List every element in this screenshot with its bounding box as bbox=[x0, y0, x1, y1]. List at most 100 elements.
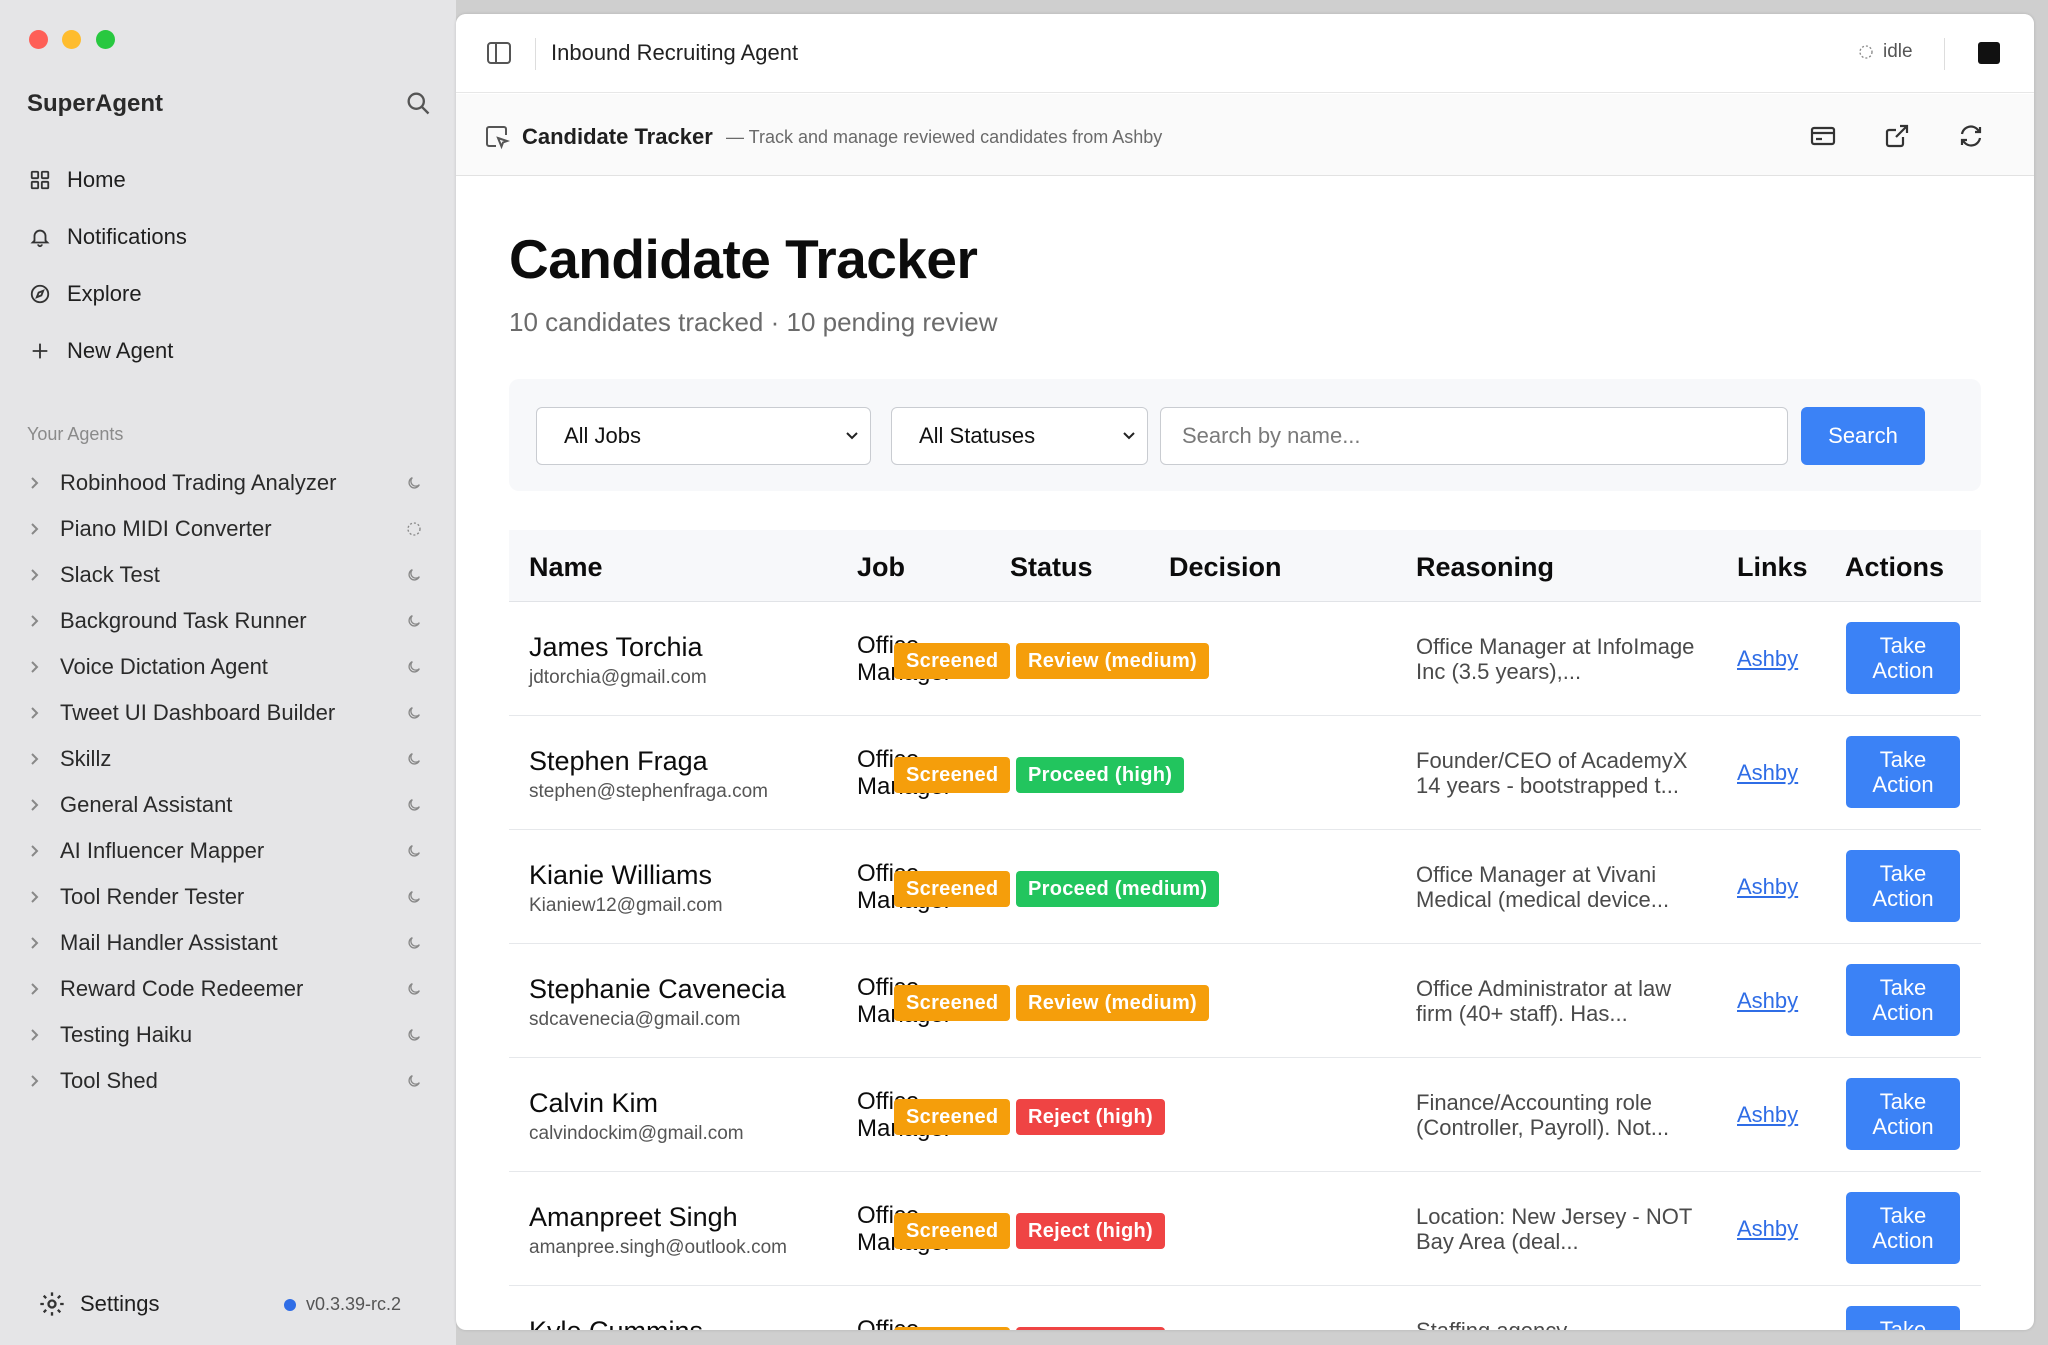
window-close-button[interactable] bbox=[29, 30, 48, 49]
chevron-right-icon[interactable] bbox=[30, 522, 46, 536]
chevron-right-icon[interactable] bbox=[30, 1028, 46, 1042]
take-action-button[interactable]: Take Action bbox=[1846, 964, 1960, 1036]
job-filter-value: All Jobs bbox=[564, 423, 642, 448]
column-header-links[interactable]: Links bbox=[1737, 552, 1808, 583]
chevron-right-icon[interactable] bbox=[30, 568, 46, 582]
credit-card-icon[interactable] bbox=[1809, 122, 1837, 150]
chevron-right-icon[interactable] bbox=[30, 844, 46, 858]
candidate-cell: Kianie Williams Kianiew12@gmail.com bbox=[529, 860, 723, 917]
chevron-right-icon[interactable] bbox=[30, 936, 46, 950]
ashby-link[interactable]: Ashby bbox=[1737, 1216, 1798, 1242]
take-action-button[interactable]: Take Action bbox=[1846, 622, 1960, 694]
agent-name: Reward Code Redeemer bbox=[60, 976, 304, 1001]
nav-new-agent-label: New Agent bbox=[67, 338, 174, 363]
agent-item[interactable]: Testing Haiku bbox=[0, 1012, 456, 1058]
nav-new-agent[interactable]: New Agent bbox=[28, 331, 428, 371]
agent-item[interactable]: AI Influencer Mapper bbox=[0, 828, 456, 874]
column-header-decision[interactable]: Decision bbox=[1169, 552, 1282, 583]
ashby-link[interactable]: Ashby bbox=[1737, 874, 1798, 900]
candidate-name: Calvin Kim bbox=[529, 1088, 659, 1118]
ashby-link[interactable]: Ashby bbox=[1737, 1102, 1798, 1128]
agent-item[interactable]: Tool Render Tester bbox=[0, 874, 456, 920]
ashby-link[interactable]: Ashby bbox=[1737, 646, 1798, 672]
candidate-cell: Amanpreet Singh amanpree.singh@outlook.co… bbox=[529, 1202, 787, 1259]
take-action-button[interactable]: Take Action bbox=[1846, 1306, 1960, 1330]
settings-button[interactable]: Settings bbox=[38, 1290, 160, 1318]
bell-icon bbox=[28, 225, 52, 249]
status-badge: Screened bbox=[894, 1099, 1011, 1135]
candidate-email: jdtorchia@gmail.com bbox=[529, 667, 707, 688]
take-action-button[interactable]: Take Action bbox=[1846, 1192, 1960, 1264]
nav-notifications[interactable]: Notifications bbox=[28, 217, 428, 257]
external-link-icon[interactable] bbox=[1883, 122, 1911, 150]
candidate-cell: Kyle Cummins bbox=[529, 1316, 703, 1330]
column-header-reasoning[interactable]: Reasoning bbox=[1416, 552, 1554, 583]
take-action-button[interactable]: Take Action bbox=[1846, 736, 1960, 808]
agent-item[interactable]: Robinhood Trading Analyzer bbox=[0, 460, 456, 506]
agent-item[interactable]: Slack Test bbox=[0, 552, 456, 598]
chevron-right-icon[interactable] bbox=[30, 706, 46, 720]
idle-status-icon bbox=[1859, 45, 1873, 59]
chevron-right-icon[interactable] bbox=[30, 982, 46, 996]
agent-item[interactable]: Background Task Runner bbox=[0, 598, 456, 644]
agent-item[interactable]: Skillz bbox=[0, 736, 456, 782]
ashby-link[interactable]: Ashby bbox=[1737, 760, 1798, 786]
compass-icon bbox=[28, 282, 52, 306]
stop-button[interactable] bbox=[1978, 42, 2000, 64]
agent-item[interactable]: Tweet UI Dashboard Builder bbox=[0, 690, 456, 736]
reasoning-cell: Staffing agency bbox=[1416, 1318, 1706, 1330]
sidebar: SuperAgent Home Notifications Explore Ne… bbox=[0, 0, 456, 1345]
search-icon[interactable] bbox=[404, 89, 432, 117]
column-header-job[interactable]: Job bbox=[857, 552, 905, 583]
take-action-button[interactable]: Take Action bbox=[1846, 850, 1960, 922]
table-header: Name Job Status Decision Reasoning Links… bbox=[509, 530, 1981, 602]
chevron-right-icon[interactable] bbox=[30, 476, 46, 490]
agent-name: AI Influencer Mapper bbox=[60, 838, 265, 863]
column-header-actions[interactable]: Actions bbox=[1845, 552, 1944, 583]
sleep-status-icon bbox=[406, 1027, 426, 1043]
agent-item[interactable]: Reward Code Redeemer bbox=[0, 966, 456, 1012]
agent-item[interactable]: Mail Handler Assistant bbox=[0, 920, 456, 966]
candidate-email: Kianiew12@gmail.com bbox=[529, 895, 723, 916]
search-input[interactable] bbox=[1160, 407, 1788, 465]
chevron-right-icon[interactable] bbox=[30, 614, 46, 628]
nav-home[interactable]: Home bbox=[28, 160, 428, 200]
column-header-status[interactable]: Status bbox=[1010, 552, 1093, 583]
candidate-table: Name Job Status Decision Reasoning Links… bbox=[509, 530, 1981, 1330]
agent-item[interactable]: Tool Shed bbox=[0, 1058, 456, 1104]
take-action-button[interactable]: Take Action bbox=[1846, 1078, 1960, 1150]
agent-title: Inbound Recruiting Agent bbox=[551, 40, 799, 65]
chevron-right-icon[interactable] bbox=[30, 752, 46, 766]
candidate-name: Kyle Cummins bbox=[529, 1316, 703, 1330]
job-filter-select[interactable]: All Jobs bbox=[536, 407, 871, 465]
status-filter-select[interactable]: All Statuses bbox=[891, 407, 1148, 465]
reasoning-cell: Location: New Jersey - NOT Bay Area (dea… bbox=[1416, 1204, 1692, 1254]
window-minimize-button[interactable] bbox=[62, 30, 81, 49]
nav-notifications-label: Notifications bbox=[67, 224, 187, 249]
agent-item[interactable]: Piano MIDI Converter bbox=[0, 506, 456, 552]
status-badge: Screened bbox=[894, 1327, 1011, 1330]
agent-item[interactable]: Voice Dictation Agent bbox=[0, 644, 456, 690]
refresh-icon[interactable] bbox=[1957, 122, 1985, 150]
agent-item[interactable]: General Assistant bbox=[0, 782, 456, 828]
chevron-right-icon[interactable] bbox=[30, 660, 46, 674]
chevron-right-icon[interactable] bbox=[30, 890, 46, 904]
column-header-name[interactable]: Name bbox=[529, 552, 603, 583]
window-zoom-button[interactable] bbox=[96, 30, 115, 49]
page-subtitle: 10 candidates tracked · 10 pending revie… bbox=[509, 307, 998, 337]
status-badge: Screened bbox=[894, 643, 1011, 679]
chevron-right-icon[interactable] bbox=[30, 1074, 46, 1088]
decision-badge: Reject (high) bbox=[1016, 1099, 1166, 1135]
chevron-down-icon bbox=[846, 432, 858, 440]
candidate-email: calvindockim@gmail.com bbox=[529, 1123, 744, 1144]
agent-name: Tool Render Tester bbox=[60, 884, 245, 909]
table-body: James Torchia jdtorchia@gmail.com Office M… bbox=[509, 602, 1981, 1330]
agent-status: idle bbox=[1858, 41, 1913, 63]
chevron-right-icon[interactable] bbox=[30, 798, 46, 812]
search-button[interactable]: Search bbox=[1801, 407, 1925, 465]
sidebar-toggle-icon[interactable] bbox=[486, 41, 512, 65]
ashby-link[interactable]: Ashby bbox=[1737, 988, 1798, 1014]
status-badge: Screened bbox=[894, 985, 1011, 1021]
nav-explore[interactable]: Explore bbox=[28, 274, 428, 314]
table-row: Stephen Fraga stephen@stephenfraga.com Off… bbox=[509, 716, 1981, 830]
